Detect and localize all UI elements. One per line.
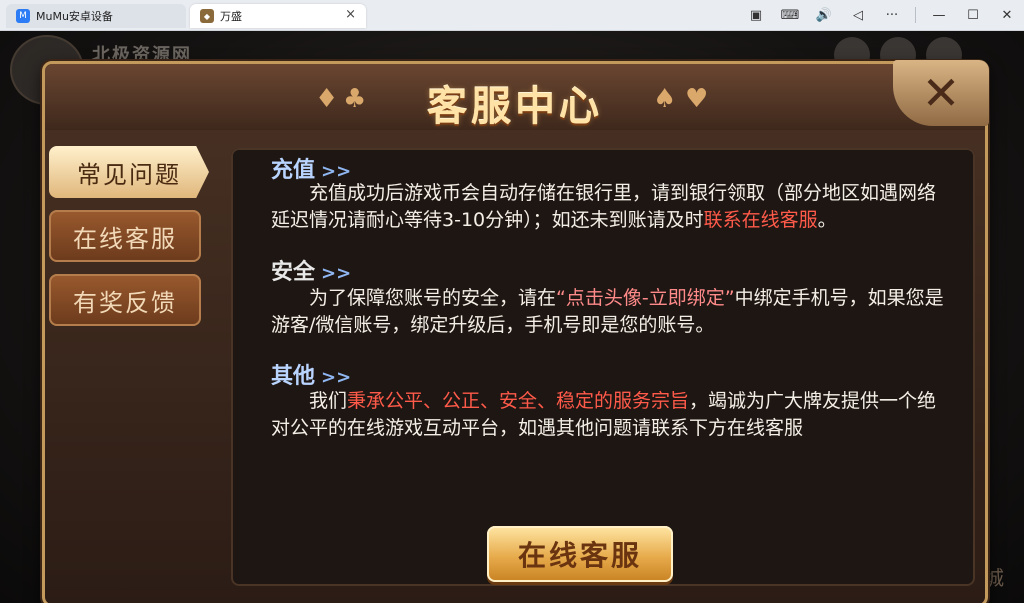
- online-service-button[interactable]: 在线客服: [487, 526, 673, 582]
- section-text-security: 为了保障您账号的安全，请在“点击头像-立即绑定”中绑定手机号，如果您是游客/微信…: [271, 287, 944, 336]
- dialog-title: 客服中心: [427, 84, 603, 130]
- close-icon: ✕: [921, 66, 961, 120]
- tab-label: MuMu安卓设备: [36, 10, 113, 23]
- menu-online-service[interactable]: 在线客服: [49, 210, 201, 262]
- spade-icon: ♠: [653, 84, 677, 114]
- tab-mumu[interactable]: M MuMu安卓设备: [6, 4, 186, 28]
- menu-faq[interactable]: 常见问题: [49, 146, 209, 198]
- section-text-other: 我们秉承公平、公正、安全、稳定的服务宗旨，竭诚为广大牌友提供一个绝对公平的在线游…: [271, 390, 937, 439]
- heart-icon: ♥: [685, 84, 709, 114]
- menu-feedback[interactable]: 有奖反馈: [49, 274, 201, 326]
- dialog-titlebar: ♦ ♣ 客服中心 ♠ ♥ ✕: [45, 60, 989, 130]
- customer-service-dialog: ♦ ♣ 客服中心 ♠ ♥ ✕ 常见问题 在线客服 有奖反馈 充值 >> 充值成功后…: [42, 60, 989, 603]
- section-text-recharge: 充值成功后游戏币会自动存储在银行里，请到银行领取（部分地区如遇网络延迟情况请耐心…: [271, 182, 937, 231]
- browser-tabbar: M MuMu安卓设备 ◆ 万盛 × ▣ ⌨ 🔊 ◁ ··· — ☐ ✕: [0, 0, 1024, 31]
- keyboard-icon[interactable]: ⌨: [773, 0, 807, 30]
- window-toolbar: ▣ ⌨ 🔊 ◁ ··· — ☐ ✕: [739, 0, 1024, 30]
- close-button[interactable]: ✕: [893, 60, 989, 126]
- close-window-icon[interactable]: ✕: [990, 0, 1024, 30]
- maximize-icon[interactable]: ☐: [956, 0, 990, 30]
- toolbar-divider: [915, 7, 916, 23]
- tab-close-icon[interactable]: ×: [345, 7, 356, 22]
- contact-service-link[interactable]: 联系在线客服: [704, 209, 818, 231]
- section-title-other: 其他 >>: [271, 364, 352, 389]
- mumu-icon: M: [16, 9, 30, 23]
- app-icon: ◆: [200, 9, 214, 23]
- volume-icon[interactable]: 🔊: [807, 0, 841, 30]
- more-icon[interactable]: ···: [875, 0, 909, 30]
- screenshot-icon[interactable]: ▣: [739, 0, 773, 30]
- faq-panel: 充值 >> 充值成功后游戏币会自动存储在银行里，请到银行领取（部分地区如遇网络延迟…: [231, 148, 975, 586]
- tab-label: 万盛: [220, 10, 242, 23]
- game-screen: 北极资源网 城 ♦ ♣ 客服中心 ♠ ♥ ✕ 常见问题 在线客服 有奖反馈 充值…: [0, 31, 1024, 603]
- minimize-icon[interactable]: —: [922, 0, 956, 30]
- section-title-security: 安全 >>: [271, 260, 352, 285]
- back-icon[interactable]: ◁: [841, 0, 875, 30]
- tab-wansheng[interactable]: ◆ 万盛 ×: [190, 4, 366, 28]
